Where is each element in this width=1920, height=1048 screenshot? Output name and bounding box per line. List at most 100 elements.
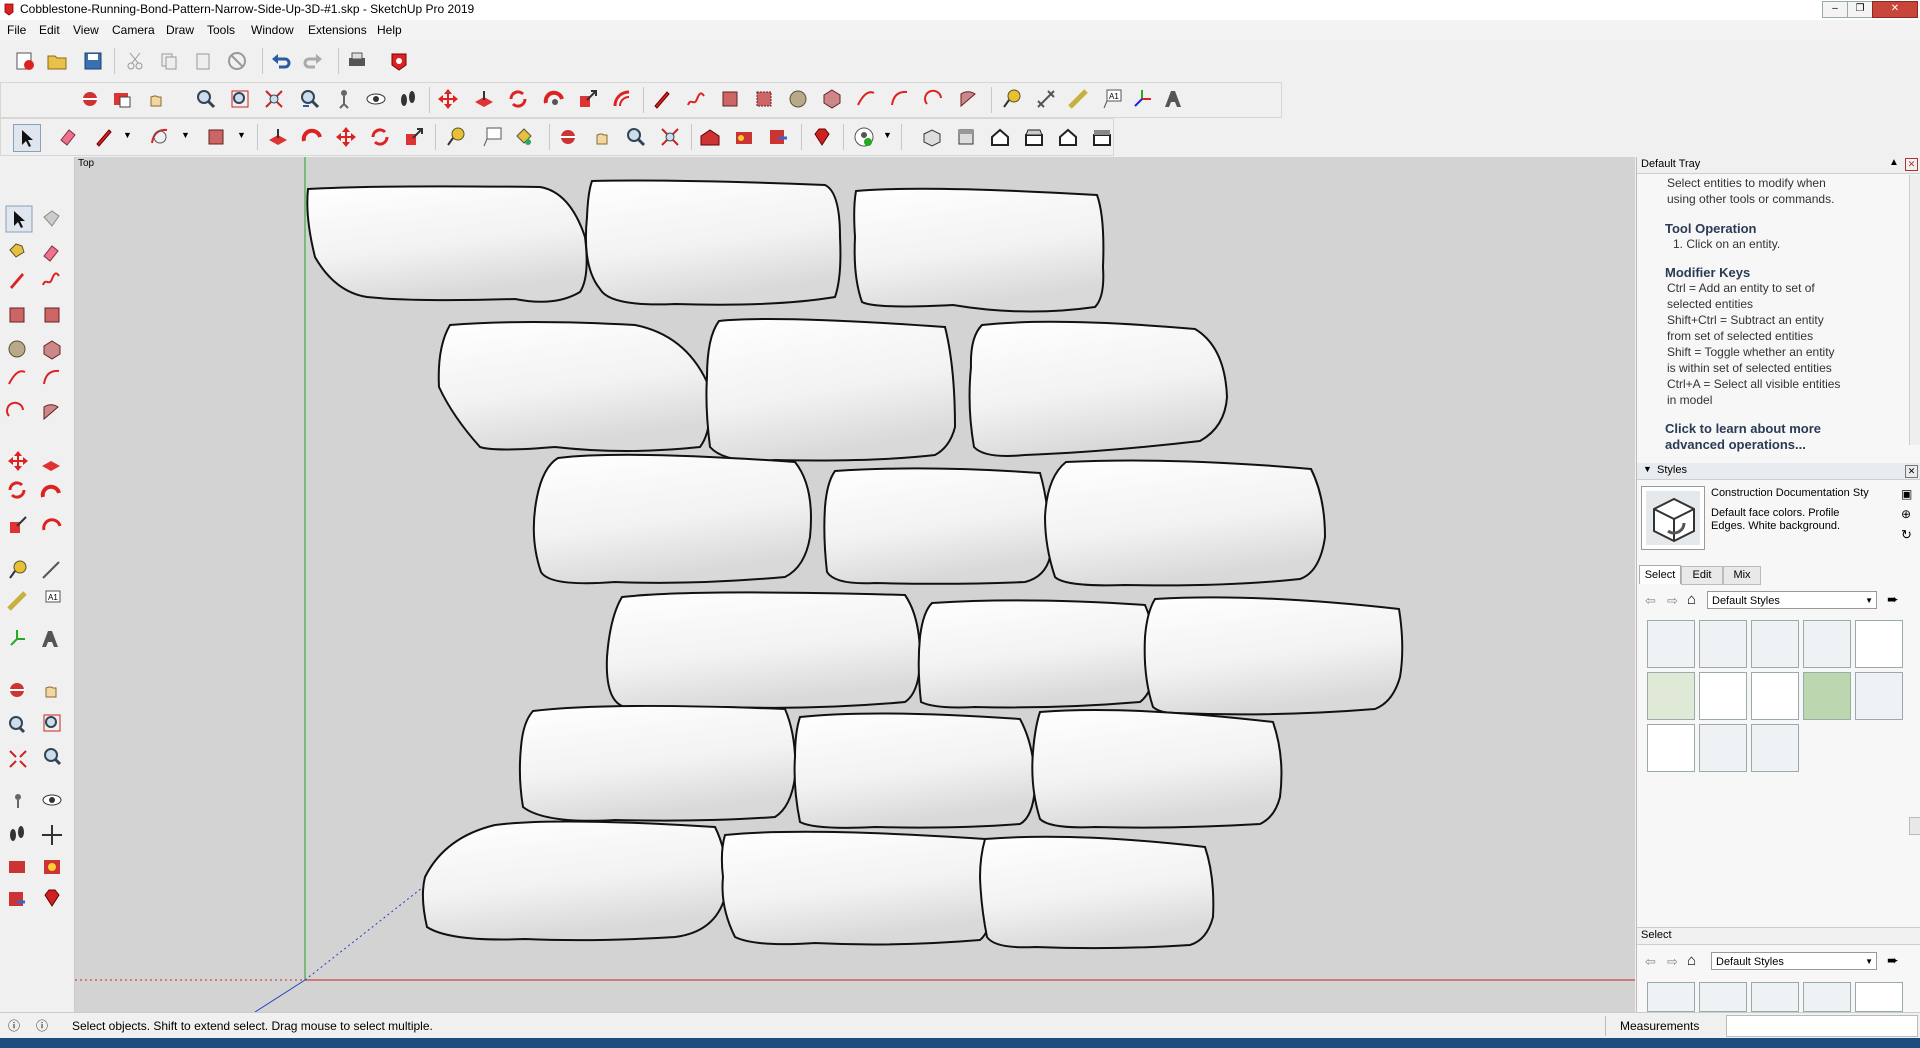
follow-me-button-2[interactable]	[299, 124, 325, 150]
look-around-button[interactable]	[363, 86, 389, 112]
rectangle-tool-button[interactable]	[717, 86, 743, 112]
save-button[interactable]	[80, 48, 106, 74]
move-tool-button-2[interactable]	[333, 124, 359, 150]
learn-more-link-2[interactable]: advanced operations...	[1665, 437, 1806, 452]
cobblestone[interactable]	[532, 453, 812, 585]
cobblestone[interactable]	[437, 321, 711, 452]
pie-tool-button[interactable]	[955, 86, 981, 112]
dimension-tool-button[interactable]	[1033, 86, 1059, 112]
redo-button[interactable]	[300, 48, 326, 74]
zoom-extents-button[interactable]	[261, 86, 287, 112]
scale-tool-button-2[interactable]	[401, 124, 427, 150]
open-button[interactable]	[44, 48, 70, 74]
profile-button[interactable]	[851, 124, 877, 150]
text-tool-button-2[interactable]	[479, 124, 505, 150]
style-thumbnail[interactable]	[1803, 672, 1851, 720]
style-thumbnail[interactable]	[1751, 620, 1799, 668]
top-view-button[interactable]	[953, 124, 979, 150]
cobblestone[interactable]	[1031, 708, 1283, 829]
home-icon[interactable]: ⌂	[1687, 591, 1696, 608]
cobblestone[interactable]	[584, 179, 842, 306]
cobblestone[interactable]	[421, 820, 728, 942]
zoom-tool-button-2[interactable]	[623, 124, 649, 150]
style-thumbnail[interactable]	[1699, 982, 1747, 1012]
cobblestone[interactable]	[853, 187, 1105, 313]
copy-button[interactable]	[156, 48, 182, 74]
style-thumbnail[interactable]	[1647, 620, 1695, 668]
info-icon[interactable]: ⓘ	[36, 1017, 48, 1034]
cobblestone[interactable]	[518, 704, 797, 822]
new-button[interactable]	[12, 48, 38, 74]
paint-bucket-button[interactable]	[511, 124, 537, 150]
zoom-tool-button[interactable]	[193, 86, 219, 112]
zoom-extents-button-2[interactable]	[657, 124, 683, 150]
close-tray-icon[interactable]: ✕	[1905, 158, 1918, 171]
style-thumbnail[interactable]	[1647, 672, 1695, 720]
menu-tools[interactable]: Tools	[207, 23, 235, 37]
cobblestone[interactable]	[306, 185, 588, 303]
tab-edit[interactable]: Edit	[1681, 566, 1723, 585]
tab-select[interactable]: Select	[1639, 565, 1681, 584]
back-view-button[interactable]	[1055, 124, 1081, 150]
tape-measure-button[interactable]	[999, 86, 1025, 112]
learn-more-link[interactable]: Click to learn about more	[1665, 421, 1821, 436]
menu-file[interactable]: File	[7, 23, 26, 37]
right-view-button[interactable]	[1021, 124, 1047, 150]
offset-tool-button[interactable]	[609, 86, 635, 112]
back-arrow-icon[interactable]: ⇦	[1645, 593, 1656, 609]
move-tool-button[interactable]	[435, 86, 461, 112]
lower-library-select[interactable]: Default Styles ▼	[1711, 952, 1877, 970]
orbit-tool-button[interactable]	[77, 86, 103, 112]
forward-arrow-icon[interactable]: ⇨	[1667, 593, 1678, 609]
style-thumbnail[interactable]	[1803, 982, 1851, 1012]
position-camera-button[interactable]	[331, 86, 357, 112]
instructor-scrollbar[interactable]	[1909, 175, 1920, 445]
extension-manager-button[interactable]	[809, 124, 835, 150]
cut-button[interactable]	[122, 48, 148, 74]
chevron-down-icon[interactable]: ▼	[123, 130, 132, 140]
eraser-tool-button[interactable]	[55, 124, 81, 150]
style-thumbnail[interactable]	[1855, 982, 1903, 1012]
style-thumbnail[interactable]	[1647, 724, 1695, 772]
menu-view[interactable]: View	[73, 23, 99, 37]
walk-button[interactable]	[395, 86, 421, 112]
scale-tool-button[interactable]	[575, 86, 601, 112]
forward-arrow-icon[interactable]: ⇨	[1667, 954, 1678, 970]
style-thumbnail[interactable]	[1699, 620, 1747, 668]
collapse-triangle-icon[interactable]: ▼	[1643, 464, 1652, 474]
cobblestone[interactable]	[793, 712, 1037, 829]
measurements-input[interactable]	[1726, 1015, 1918, 1037]
pan-tool-button-2[interactable]	[589, 124, 615, 150]
cobblestone[interactable]	[605, 591, 922, 711]
chevron-down-icon[interactable]: ▼	[883, 130, 892, 140]
pan-tool-button[interactable]	[143, 86, 169, 112]
axes-tool-button[interactable]	[1129, 86, 1155, 112]
left-view-button[interactable]	[1089, 124, 1115, 150]
menu-draw[interactable]: Draw	[166, 23, 194, 37]
zoom-window-button[interactable]	[227, 86, 253, 112]
previous-view-button[interactable]	[297, 86, 323, 112]
print-button[interactable]	[344, 48, 370, 74]
chevron-down-icon[interactable]: ▼	[237, 130, 246, 140]
style-thumbnail[interactable]	[1647, 982, 1695, 1012]
minimize-button[interactable]: –	[1822, 1, 1848, 18]
style-thumbnail[interactable]	[1751, 982, 1799, 1012]
update-style-icon[interactable]: ▣	[1901, 487, 1912, 501]
3d-text-button[interactable]	[1161, 86, 1187, 112]
cobblestone[interactable]	[1143, 596, 1404, 716]
menu-edit[interactable]: Edit	[39, 23, 60, 37]
rotated-rectangle-button[interactable]	[751, 86, 777, 112]
pin-icon[interactable]: ▲	[1889, 157, 1899, 168]
style-thumbnail[interactable]	[1855, 672, 1903, 720]
circle-tool-button[interactable]	[785, 86, 811, 112]
close-button[interactable]: ✕	[1872, 1, 1918, 18]
follow-me-button[interactable]	[541, 86, 567, 112]
shapes-tool-button[interactable]	[203, 124, 229, 150]
details-arrow-icon[interactable]: ➨	[1887, 952, 1899, 969]
back-arrow-icon[interactable]: ⇦	[1645, 954, 1656, 970]
style-thumbnail[interactable]	[1699, 724, 1747, 772]
cobblestone[interactable]	[968, 320, 1229, 457]
cobblestone[interactable]	[823, 467, 1052, 585]
style-thumbnail[interactable]	[1803, 620, 1851, 668]
select-tool-button[interactable]	[13, 124, 41, 152]
